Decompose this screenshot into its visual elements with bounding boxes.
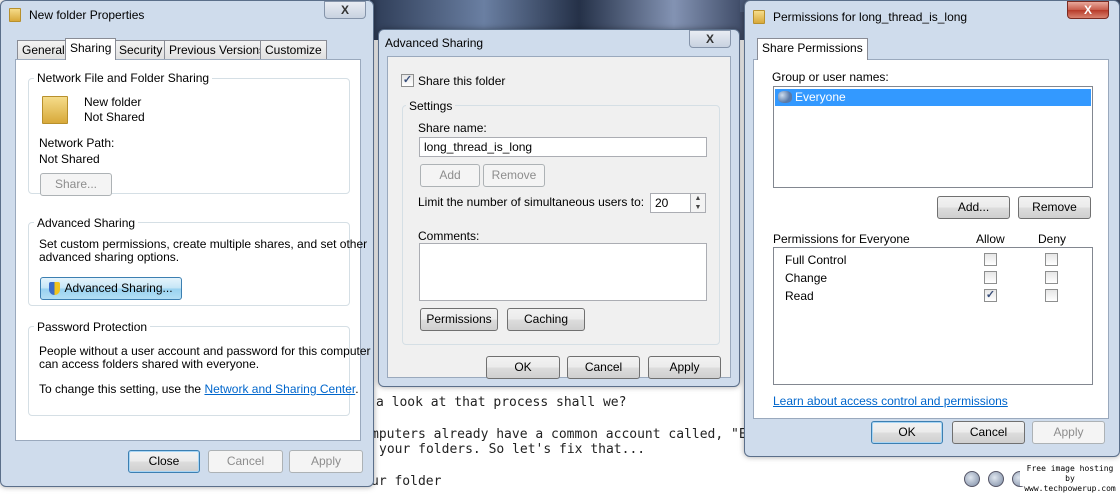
emoticon-icon (964, 471, 980, 487)
user-limit-label: Limit the number of simultaneous users t… (418, 195, 645, 209)
list-item-label: Everyone (795, 90, 846, 104)
allow-change-checkbox[interactable] (984, 271, 997, 284)
share-button[interactable]: Share... (40, 173, 112, 196)
permission-name: Change (785, 271, 828, 285)
allow-header: Allow (976, 232, 1005, 246)
user-limit-spinner[interactable]: ▲ ▼ (690, 193, 706, 213)
watermark-line: Free image hosting by (1026, 464, 1114, 483)
list-item-everyone[interactable]: Everyone (775, 89, 1091, 106)
apply-button[interactable]: Apply (289, 450, 363, 473)
learn-access-control-link[interactable]: Learn about access control and permissio… (773, 394, 1008, 408)
user-limit-input[interactable]: 20 (650, 193, 692, 213)
group-or-users-label: Group or user names: (772, 70, 889, 84)
permission-name: Full Control (785, 253, 847, 267)
password-text-prefix: To change this setting, use the (39, 382, 205, 396)
password-protection-group (28, 326, 350, 416)
advanced-sharing-button[interactable]: Advanced Sharing... (40, 277, 182, 300)
group-label: Network File and Folder Sharing (34, 71, 213, 85)
network-path-value: Not Shared (39, 152, 100, 166)
apply-button[interactable]: Apply (648, 356, 721, 379)
permissions-header: Permissions for Everyone (773, 232, 910, 246)
cancel-button[interactable]: Cancel (567, 356, 640, 379)
deny-read-checkbox[interactable] (1045, 289, 1058, 302)
tab-customize[interactable]: Customize (260, 40, 327, 60)
window-title: Advanced Sharing (385, 36, 484, 50)
remove-button[interactable]: Remove (483, 164, 545, 187)
close-window-button[interactable]: X (324, 1, 366, 19)
network-sharing-center-link[interactable]: Network and Sharing Center (204, 382, 355, 396)
check-mark-icon: ✓ (985, 289, 996, 301)
tab-general[interactable]: General (17, 40, 70, 60)
add-button[interactable]: Add... (937, 196, 1010, 219)
permissions-button[interactable]: Permissions (420, 308, 498, 331)
background-text-line: a look at that process shall we? (376, 395, 627, 410)
background-text-line: mputers already have a common account ca… (371, 427, 786, 442)
tab-sharing[interactable]: Sharing (65, 38, 117, 60)
dialog-body: ✓ Share this folder Settings Share name:… (387, 56, 731, 379)
properties-window: New folder Properties X General Sharing … (0, 0, 374, 487)
tab-previous-versions[interactable]: Previous Versions (164, 40, 271, 60)
folder-icon (753, 10, 765, 24)
tab-share-permissions[interactable]: Share Permissions (757, 38, 868, 60)
folder-icon (9, 8, 21, 22)
share-folder-label: Share this folder (418, 74, 506, 88)
advanced-sharing-button-label: Advanced Sharing... (64, 281, 173, 295)
share-name-label: Share name: (418, 121, 487, 135)
comments-textarea[interactable] (419, 243, 707, 301)
tab-panel: Group or user names: Everyone Add... Rem… (753, 59, 1109, 419)
tab-security[interactable]: Security (114, 40, 168, 60)
users-group-icon (778, 90, 792, 103)
allow-read-checkbox[interactable]: ✓ (984, 289, 997, 302)
advanced-description: Set custom permissions, create multiple … (39, 237, 368, 251)
caching-button[interactable]: Caching (507, 308, 585, 331)
ok-button[interactable]: OK (486, 356, 560, 379)
advanced-description: advanced sharing options. (39, 250, 180, 264)
advanced-sharing-window: Advanced Sharing X ✓ Share this folder S… (378, 29, 740, 387)
tab-panel: Network File and Folder Sharing New fold… (15, 59, 371, 441)
group-label: Settings (406, 99, 456, 113)
password-text: can access folders shared with everyone. (39, 357, 260, 371)
password-text: People without a user account and passwo… (39, 344, 371, 358)
network-path-label: Network Path: (39, 136, 115, 150)
cancel-button[interactable]: Cancel (952, 421, 1025, 444)
permissions-list (773, 247, 1093, 385)
remove-button[interactable]: Remove (1018, 196, 1091, 219)
emoticon-icon (988, 471, 1004, 487)
deny-header: Deny (1038, 232, 1067, 246)
password-text-suffix: . (355, 382, 359, 396)
uac-shield-icon (49, 282, 61, 296)
group-label: Advanced Sharing (34, 216, 139, 230)
permissions-window: Permissions for long_thread_is_long X Sh… (744, 0, 1120, 457)
close-button[interactable]: Close (128, 450, 200, 473)
share-folder-checkbox[interactable]: ✓ (401, 74, 414, 87)
spin-down-icon[interactable]: ▼ (691, 203, 705, 212)
group-label: Password Protection (34, 320, 151, 334)
watermark-line: www.techpowerup.com (1024, 484, 1116, 493)
cancel-button[interactable]: Cancel (208, 450, 283, 473)
password-text-line3: To change this setting, use the Network … (39, 382, 359, 396)
add-button[interactable]: Add (420, 164, 480, 187)
user-list[interactable]: Everyone (773, 86, 1093, 188)
window-title: Permissions for long_thread_is_long (773, 10, 968, 24)
apply-button[interactable]: Apply (1032, 421, 1105, 444)
share-name-input[interactable]: long_thread_is_long (419, 137, 707, 157)
close-window-button[interactable]: X (1067, 1, 1109, 19)
window-title: New folder Properties (29, 8, 145, 22)
folder-status: Not Shared (84, 110, 145, 124)
folder-name: New folder (84, 95, 142, 109)
comments-label: Comments: (418, 229, 480, 243)
close-window-button[interactable]: X (689, 30, 731, 48)
deny-full-control-checkbox[interactable] (1045, 253, 1058, 266)
watermark: Free image hosting by www.techpowerup.co… (1020, 464, 1120, 493)
spin-up-icon[interactable]: ▲ (691, 194, 705, 203)
check-mark-icon: ✓ (402, 74, 413, 86)
permission-name: Read (785, 289, 814, 303)
deny-change-checkbox[interactable] (1045, 271, 1058, 284)
ok-button[interactable]: OK (871, 421, 943, 444)
folder-icon (42, 96, 68, 124)
background-text-line: your folders. So let's fix that... (379, 442, 646, 457)
allow-full-control-checkbox[interactable] (984, 253, 997, 266)
